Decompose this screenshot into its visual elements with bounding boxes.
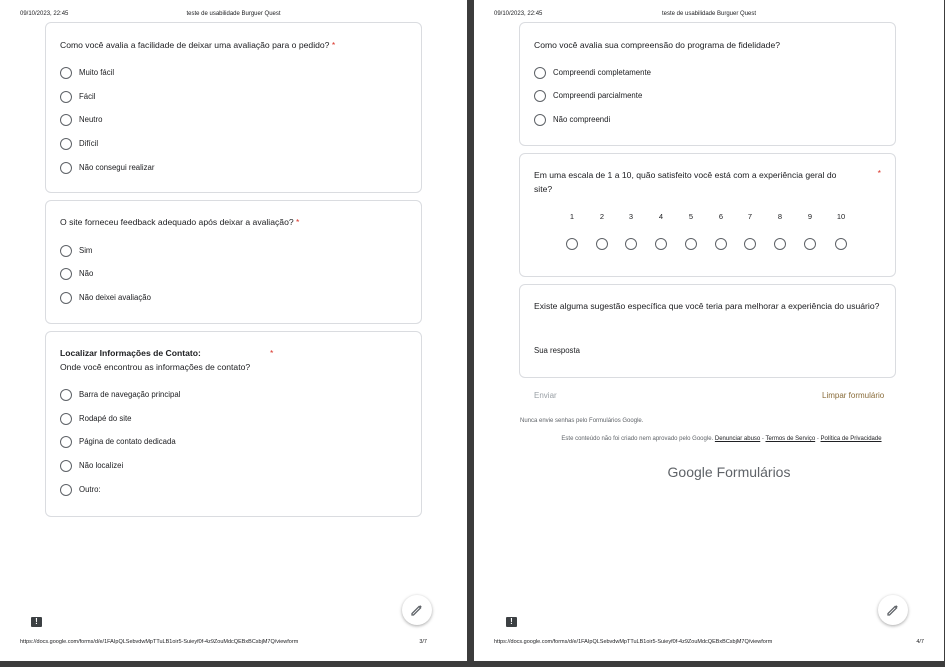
radio-button[interactable] bbox=[60, 162, 72, 174]
scale-radio-button[interactable] bbox=[596, 238, 608, 250]
scale-number: 7 bbox=[747, 212, 753, 221]
terms-link[interactable]: Termos de Serviço bbox=[765, 436, 815, 442]
pencil-icon bbox=[887, 605, 898, 616]
radio-label: Não bbox=[79, 269, 94, 278]
print-url: https://docs.google.com/forms/d/e/1FAIpQ… bbox=[20, 639, 299, 645]
radio-label: Muito fácil bbox=[79, 68, 115, 77]
google-disclaimer: Este conteúdo não foi criado nem aprovad… bbox=[561, 436, 882, 442]
print-doc-title: teste de usabilidade Burguer Quest bbox=[186, 11, 281, 17]
radio-label: Outro: bbox=[79, 485, 101, 494]
scale-number: 5 bbox=[688, 212, 694, 221]
radio-button[interactable] bbox=[60, 389, 72, 401]
submit-button[interactable]: Enviar bbox=[534, 391, 557, 400]
brand-google: Google bbox=[667, 464, 713, 480]
radio-button[interactable] bbox=[534, 90, 546, 102]
question-title: Localizar Informações de Contato: * bbox=[60, 346, 407, 360]
scale-number: 6 bbox=[718, 212, 724, 221]
radio-button[interactable] bbox=[60, 484, 72, 496]
radio-button[interactable] bbox=[60, 292, 72, 304]
radio-label: Não consegui realizar bbox=[79, 163, 155, 172]
question-card-loyalty: Como você avalia sua compreensão do prog… bbox=[519, 22, 896, 146]
feedback-icon[interactable]: ! bbox=[506, 617, 517, 627]
radio-button[interactable] bbox=[60, 67, 72, 79]
clear-form-button[interactable]: Limpar formulário bbox=[822, 391, 884, 400]
scale-radio-button[interactable] bbox=[625, 238, 637, 250]
question-card-contact-info: Localizar Informações de Contato: * Onde… bbox=[45, 331, 422, 517]
scale-number: 2 bbox=[599, 212, 605, 221]
radio-label: Não deixei avaliação bbox=[79, 293, 151, 302]
radio-button[interactable] bbox=[60, 245, 72, 257]
radio-label: Página de contato dedicada bbox=[79, 437, 176, 446]
password-warning: Nunca envie senhas pelo Formulários Goog… bbox=[520, 418, 644, 424]
radio-label: Não compreendi bbox=[553, 115, 611, 124]
radio-label: Rodapé do site bbox=[79, 414, 132, 423]
feedback-icon[interactable]: ! bbox=[31, 617, 42, 627]
scale-number: 4 bbox=[658, 212, 664, 221]
question-card-suggestions: Existe alguma sugestão específica que vo… bbox=[519, 284, 896, 378]
required-asterisk: * bbox=[331, 40, 336, 50]
pencil-icon bbox=[411, 605, 422, 616]
required-asterisk: * bbox=[877, 168, 881, 178]
scale-radio-button[interactable] bbox=[715, 238, 727, 250]
edit-button[interactable] bbox=[878, 595, 908, 625]
print-url: https://docs.google.com/forms/d/e/1FAIpQ… bbox=[494, 639, 773, 645]
radio-button[interactable] bbox=[60, 114, 72, 126]
radio-label: Compreendi parcialmente bbox=[553, 91, 643, 100]
question-title: O site forneceu feedback adequado após d… bbox=[60, 217, 300, 227]
edit-button[interactable] bbox=[402, 595, 432, 625]
radio-button[interactable] bbox=[534, 114, 546, 126]
print-page-left: 09/10/2023, 22:45 teste de usabilidade B… bbox=[0, 0, 467, 661]
privacy-link[interactable]: Política de Privacidade bbox=[821, 436, 882, 442]
radio-button[interactable] bbox=[60, 436, 72, 448]
report-abuse-link[interactable]: Denunciar abuso bbox=[715, 436, 760, 442]
radio-button[interactable] bbox=[60, 91, 72, 103]
section-title: Localizar Informações de Contato: bbox=[60, 348, 201, 358]
scale-number: 8 bbox=[777, 212, 783, 221]
print-header: 09/10/2023, 22:45 teste de usabilidade B… bbox=[20, 11, 447, 21]
question-card-satisfaction-scale: Em uma escala de 1 a 10, quão satisfeito… bbox=[519, 153, 896, 277]
radio-label: Neutro bbox=[79, 115, 103, 124]
scale-radio-button[interactable] bbox=[744, 238, 756, 250]
print-footer: https://docs.google.com/forms/d/e/1FAIpQ… bbox=[494, 639, 924, 649]
print-page-number: 3/7 bbox=[419, 639, 427, 645]
question-title: Em uma escala de 1 a 10, quão satisfeito… bbox=[534, 170, 837, 194]
question-subtitle: Onde você encontrou as informações de co… bbox=[60, 362, 251, 372]
radio-label: Fácil bbox=[79, 92, 96, 101]
google-forms-logo: Google Formulários bbox=[514, 464, 944, 480]
scale-number: 3 bbox=[628, 212, 634, 221]
short-answer-field[interactable]: Sua resposta bbox=[534, 346, 580, 355]
scale-radio-button[interactable] bbox=[655, 238, 667, 250]
scale-radio-button[interactable] bbox=[804, 238, 816, 250]
required-asterisk: * bbox=[296, 217, 300, 227]
radio-label: Não localizei bbox=[79, 461, 124, 470]
scale-radio-button[interactable] bbox=[774, 238, 786, 250]
scale-radio-button[interactable] bbox=[566, 238, 578, 250]
radio-button[interactable] bbox=[60, 268, 72, 280]
scale-radio-button[interactable] bbox=[685, 238, 697, 250]
print-page-number: 4/7 bbox=[916, 639, 924, 645]
print-footer: https://docs.google.com/forms/d/e/1FAIpQ… bbox=[20, 639, 447, 649]
print-header: 09/10/2023, 22:45 teste de usabilidade B… bbox=[494, 11, 924, 21]
radio-button[interactable] bbox=[534, 67, 546, 79]
question-title: Como você avalia sua compreensão do prog… bbox=[534, 40, 781, 50]
question-title: Como você avalia a facilidade de deixar … bbox=[60, 40, 336, 50]
radio-label: Barra de navegação principal bbox=[79, 390, 181, 399]
required-asterisk: * bbox=[270, 348, 274, 358]
print-doc-title: teste de usabilidade Burguer Quest bbox=[661, 11, 757, 17]
scale-number: 9 bbox=[807, 212, 813, 221]
question-card-ease-of-review: Como você avalia a facilidade de deixar … bbox=[45, 22, 422, 193]
question-title: Existe alguma sugestão específica que vo… bbox=[534, 301, 880, 311]
radio-button[interactable] bbox=[60, 138, 72, 150]
scale-number: 10 bbox=[836, 212, 846, 221]
radio-button[interactable] bbox=[60, 413, 72, 425]
radio-label: Compreendi completamente bbox=[553, 68, 651, 77]
print-page-right: 09/10/2023, 22:45 teste de usabilidade B… bbox=[474, 0, 944, 661]
radio-label: Sim bbox=[79, 246, 93, 255]
brand-forms: Formulários bbox=[716, 464, 791, 480]
scale-radio-button[interactable] bbox=[835, 238, 847, 250]
question-card-feedback: O site forneceu feedback adequado após d… bbox=[45, 200, 422, 324]
radio-button[interactable] bbox=[60, 460, 72, 472]
scale-number: 1 bbox=[569, 212, 575, 221]
radio-label: Difícil bbox=[79, 139, 99, 148]
